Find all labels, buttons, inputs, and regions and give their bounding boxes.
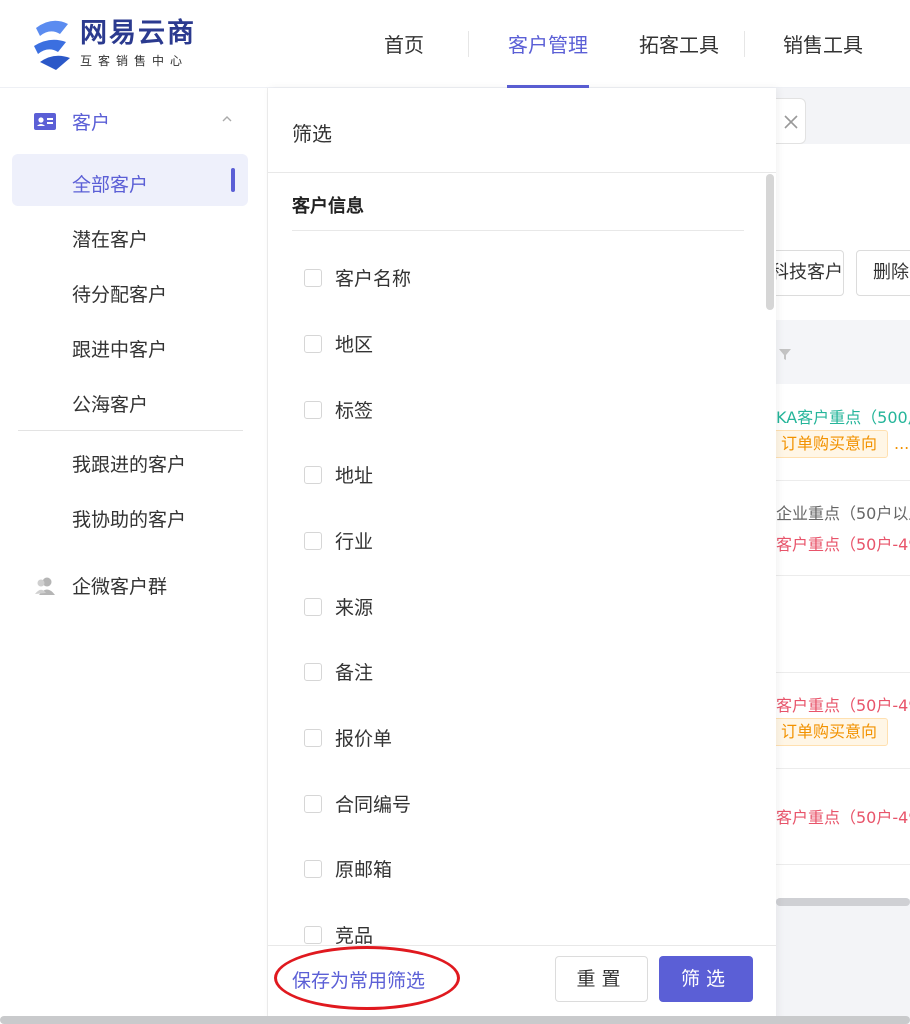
sidebar-active-indicator [231,168,235,192]
contact-card-icon [34,113,56,130]
reset-button[interactable]: 重置 [555,956,648,1002]
filter-option-label: 地址 [335,465,374,487]
filter-option-contract-number[interactable]: 合同编号 [304,790,411,817]
filter-option-region[interactable]: 地区 [304,330,373,357]
table-cell-tag: 客户重点（50户-499户） [776,535,910,554]
filter-option-quotation[interactable]: 报价单 [304,724,392,751]
checkbox[interactable] [304,334,322,353]
panel-close-button[interactable] [776,98,806,144]
filter-option-label: 来源 [335,597,374,619]
sidebar-item-my-followed[interactable]: 我跟进的客户 [72,450,186,477]
table-cell-tag: 订单购买意向 [770,430,889,458]
checkbox[interactable] [304,400,322,419]
sidebar-item-unassigned-customers[interactable]: 待分配客户 [72,280,167,307]
main-nav: 首页 客户管理 拓客工具 销售工具 [340,0,883,88]
filter-option-customer-name[interactable]: 客户名称 [304,264,411,291]
top-header: 网易云商 互客销售中心 首页 客户管理 拓客工具 销售工具 [0,0,910,88]
checkbox[interactable] [304,925,322,944]
checkbox[interactable] [304,465,322,484]
apply-filter-button[interactable]: 筛选 [659,956,753,1002]
checkbox[interactable] [304,268,322,287]
filter-option-label: 地区 [335,334,374,356]
checkbox[interactable] [304,662,322,681]
horizontal-scrollbar[interactable] [776,898,910,906]
filter-option-label: 备注 [335,662,374,684]
sidebar-item-potential-customers[interactable]: 潜在客户 [72,225,148,252]
sidebar-group-customer[interactable]: 客户 [34,108,110,135]
table-cell-tag: KA客户重点（500户以上） [776,408,910,427]
nav-sales-tools[interactable]: 销售工具 [783,0,883,88]
filter-option-label: 竞品 [335,925,374,947]
checkbox[interactable] [304,531,322,550]
section-divider [292,230,744,231]
filter-option-address[interactable]: 地址 [304,461,373,488]
checkbox[interactable] [304,859,322,878]
sidebar-item-label: 企微客户群 [72,576,168,598]
nav-divider [744,31,745,57]
chevron-up-icon[interactable] [220,112,234,126]
filter-panel: 筛选 客户信息 客户名称 地区 标签 地址 行业 来源 备注 报价单 合同编号 … [268,88,776,1024]
page-horizontal-scrollbar[interactable] [0,1016,910,1024]
filter-option-competitor[interactable]: 竞品 [304,921,373,948]
brand-logo-icon [34,20,70,70]
brand-title: 网易云商 [80,17,196,49]
sidebar-item-my-assisted[interactable]: 我协助的客户 [72,505,186,532]
table-row-divider [776,864,910,865]
filter-option-source[interactable]: 来源 [304,593,373,620]
filter-option-tags[interactable]: 标签 [304,396,373,423]
table-row-divider [776,575,910,576]
nav-prospecting-tools[interactable]: 拓客工具 [614,0,744,88]
delete-button[interactable]: 删除 [856,250,910,296]
sidebar-item-following-customers[interactable]: 跟进中客户 [72,335,167,362]
sidebar-group-label: 客户 [72,112,111,134]
filter-panel-title: 筛选 [292,122,332,146]
sidebar-divider [18,430,243,431]
highlight-annotation [274,946,460,1010]
sidebar-item-wecom-groups[interactable]: 企微客户群 [34,572,167,599]
filter-option-label: 客户名称 [335,268,412,290]
background-table-header [776,320,910,384]
section-title-customer-info: 客户信息 [292,196,364,217]
nav-divider [468,31,469,57]
nav-customer-management[interactable]: 客户管理 [507,0,589,88]
table-cell-tag: 订单购买意向 [770,718,889,746]
checkbox[interactable] [304,794,322,813]
brand-subtitle: 互客销售中心 [80,53,189,68]
close-icon [784,115,798,129]
filter-option-label: 原邮箱 [335,859,393,881]
table-row-divider [776,768,910,769]
filter-funnel-icon[interactable] [778,347,792,361]
table-cell-tag: 客户重点（50户-499户） [776,808,910,827]
table-row-divider [776,672,910,673]
filter-option-label: 合同编号 [335,794,412,816]
filter-option-remark[interactable]: 备注 [304,658,373,685]
table-cell-tag: 企业重点（50户以上） [776,504,910,523]
sidebar-item-all-customers[interactable]: 全部客户 [72,170,148,197]
user-group-icon [35,577,55,595]
sidebar-item-public-pool[interactable]: 公海客户 [72,390,148,417]
filter-option-label: 行业 [335,531,374,553]
filter-option-industry[interactable]: 行业 [304,527,373,554]
checkbox[interactable] [304,728,322,747]
nav-home[interactable]: 首页 [340,0,468,88]
checkbox[interactable] [304,597,322,616]
table-cell-ellipsis: ... [894,434,910,453]
table-row-divider [776,480,910,481]
filter-option-label: 标签 [335,400,374,422]
sidebar: 客户 全部客户 潜在客户 待分配客户 跟进中客户 公海客户 我跟进的客户 我协助… [0,88,268,1024]
brand-logo[interactable]: 网易云商 互客销售中心 [30,14,196,72]
panel-scrollbar[interactable] [766,174,774,310]
filter-option-original-email[interactable]: 原邮箱 [304,855,392,882]
filter-option-label: 报价单 [335,728,393,750]
table-cell-tag: 客户重点（50户-499户） [776,696,910,715]
panel-divider [268,172,776,173]
